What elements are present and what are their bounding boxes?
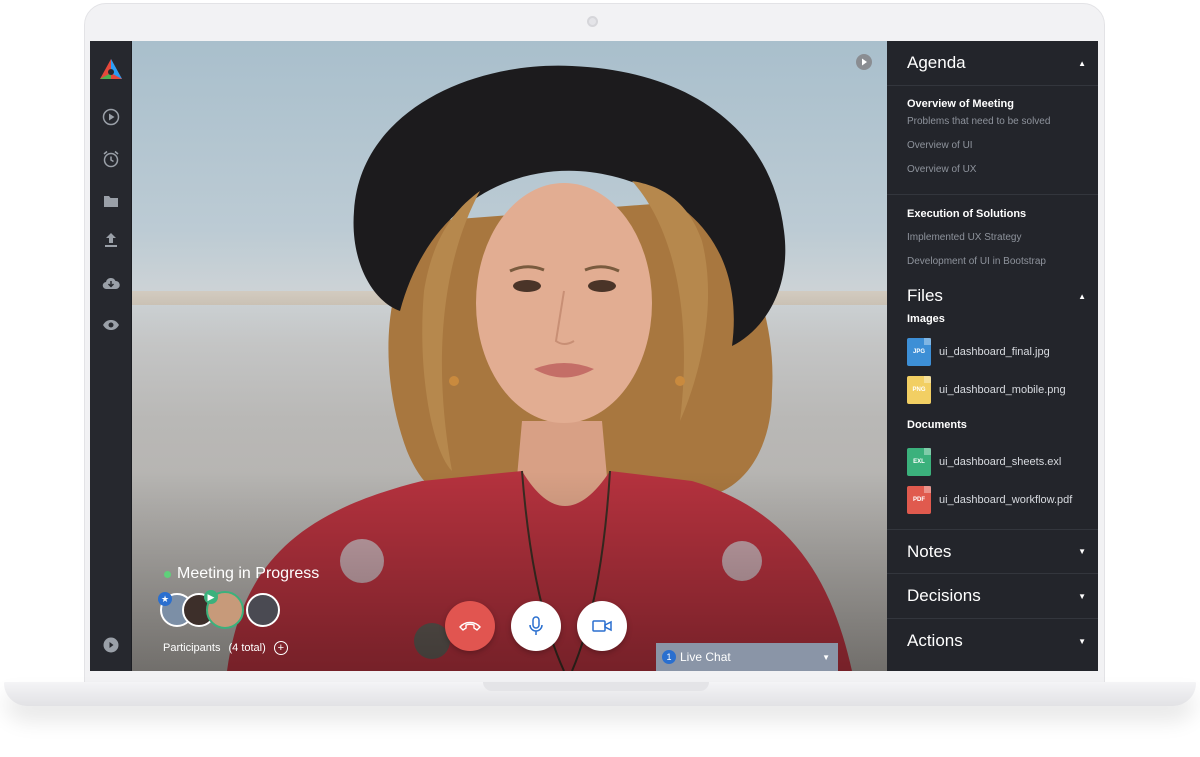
folder-icon[interactable] — [101, 191, 121, 211]
laptop-mockup: Meeting in Progress ★ ▶ Participants (4 … — [0, 0, 1200, 757]
file-name[interactable]: ui_dashboard_final.jpg — [939, 346, 1050, 358]
file-name[interactable]: ui_dashboard_sheets.exl — [939, 456, 1061, 468]
camera-toggle-button[interactable] — [577, 601, 627, 651]
participants-text: Participants — [163, 642, 221, 654]
pdf-file-icon: PDF — [907, 486, 931, 514]
video-camera-icon — [592, 620, 612, 632]
status-dot — [164, 570, 171, 578]
avatar[interactable] — [246, 593, 280, 627]
file-item[interactable]: EXL ui_dashboard_sheets.exl — [887, 443, 1098, 481]
meeting-status-text: Meeting in Progress — [177, 565, 320, 582]
app-screen: Meeting in Progress ★ ▶ Participants (4 … — [90, 41, 1098, 671]
alarm-clock-icon[interactable] — [101, 149, 121, 169]
agenda-item[interactable]: Problems that need to be solved — [887, 116, 1098, 140]
agenda-title: Agenda — [907, 53, 966, 72]
meeting-status: Meeting in Progress — [164, 565, 319, 583]
chevron-down-icon[interactable]: ▼ — [1078, 547, 1086, 556]
upload-icon[interactable] — [101, 230, 121, 250]
files-header[interactable]: Files ▲ — [887, 281, 1098, 311]
agenda-group-title[interactable]: Execution of Solutions — [887, 208, 1098, 220]
eye-icon[interactable] — [101, 315, 121, 335]
video-feed[interactable]: Meeting in Progress ★ ▶ Participants (4 … — [132, 41, 887, 671]
agenda-item[interactable]: Overview of UI — [887, 140, 1098, 164]
chevron-down-icon[interactable]: ▼ — [822, 653, 830, 662]
jpg-file-icon: JPG — [907, 338, 931, 366]
star-badge-icon: ★ — [158, 592, 172, 606]
agenda-item[interactable]: Implemented UX Strategy — [887, 232, 1098, 256]
documents-label: Documents — [907, 419, 967, 431]
spreadsheet-file-icon: EXL — [907, 448, 931, 476]
agenda-header[interactable]: Agenda ▲ — [887, 41, 1098, 85]
file-item[interactable]: JPG ui_dashboard_final.jpg — [887, 333, 1098, 371]
webcam-dot — [587, 16, 598, 27]
avatar[interactable]: ▶ — [204, 590, 244, 629]
file-item[interactable]: PNG ui_dashboard_mobile.png — [887, 371, 1098, 409]
live-chat-bar[interactable]: 1 Live Chat ▼ — [656, 643, 838, 671]
laptop-notch — [483, 682, 709, 691]
images-label: Images — [907, 313, 945, 325]
live-chat-label: Live Chat — [680, 650, 731, 664]
chat-count-badge: 1 — [662, 650, 676, 664]
file-item[interactable]: PDF ui_dashboard_workflow.pdf — [887, 481, 1098, 519]
end-call-button[interactable] — [445, 601, 495, 651]
cloud-download-icon[interactable] — [101, 273, 121, 293]
agenda-item[interactable]: Overview of UX — [887, 164, 1098, 188]
decisions-title: Decisions — [907, 586, 981, 605]
file-name[interactable]: ui_dashboard_workflow.pdf — [939, 494, 1072, 506]
chevron-down-icon[interactable]: ▼ — [1078, 592, 1086, 601]
notes-header[interactable]: Notes ▼ — [887, 530, 1098, 573]
notes-title: Notes — [907, 541, 952, 561]
collapse-arrow-icon[interactable] — [101, 635, 121, 655]
agenda-item[interactable]: Development of UI in Bootstrap — [887, 256, 1098, 280]
file-name[interactable]: ui_dashboard_mobile.png — [939, 384, 1066, 396]
participants-count: (4 total) — [228, 642, 266, 654]
app-logo[interactable] — [98, 57, 124, 83]
side-panel: Agenda ▲ Overview of Meeting Problems th… — [887, 41, 1098, 671]
chevron-down-icon[interactable]: ▼ — [1078, 637, 1086, 646]
microphone-icon — [529, 616, 543, 635]
chevron-up-icon[interactable]: ▲ — [1078, 59, 1086, 68]
png-file-icon: PNG — [907, 376, 931, 404]
actions-title: Actions — [907, 631, 963, 650]
phone-hangup-icon — [459, 621, 481, 631]
files-title: Files — [907, 286, 943, 305]
add-participant-icon[interactable]: + — [273, 641, 288, 655]
participants-label: Participants (4 total) + — [163, 641, 288, 655]
actions-header[interactable]: Actions ▼ — [887, 619, 1098, 663]
decisions-header[interactable]: Decisions ▼ — [887, 574, 1098, 618]
expand-panel-icon[interactable] — [856, 54, 872, 70]
play-circle-icon[interactable] — [101, 107, 121, 127]
mute-button[interactable] — [511, 601, 561, 651]
participant-avatars[interactable]: ★ ▶ — [158, 590, 290, 629]
agenda-group-title[interactable]: Overview of Meeting — [887, 98, 1098, 110]
chevron-up-icon[interactable]: ▲ — [1078, 292, 1086, 301]
speaking-badge-icon: ▶ — [204, 590, 218, 604]
left-rail — [90, 41, 132, 671]
